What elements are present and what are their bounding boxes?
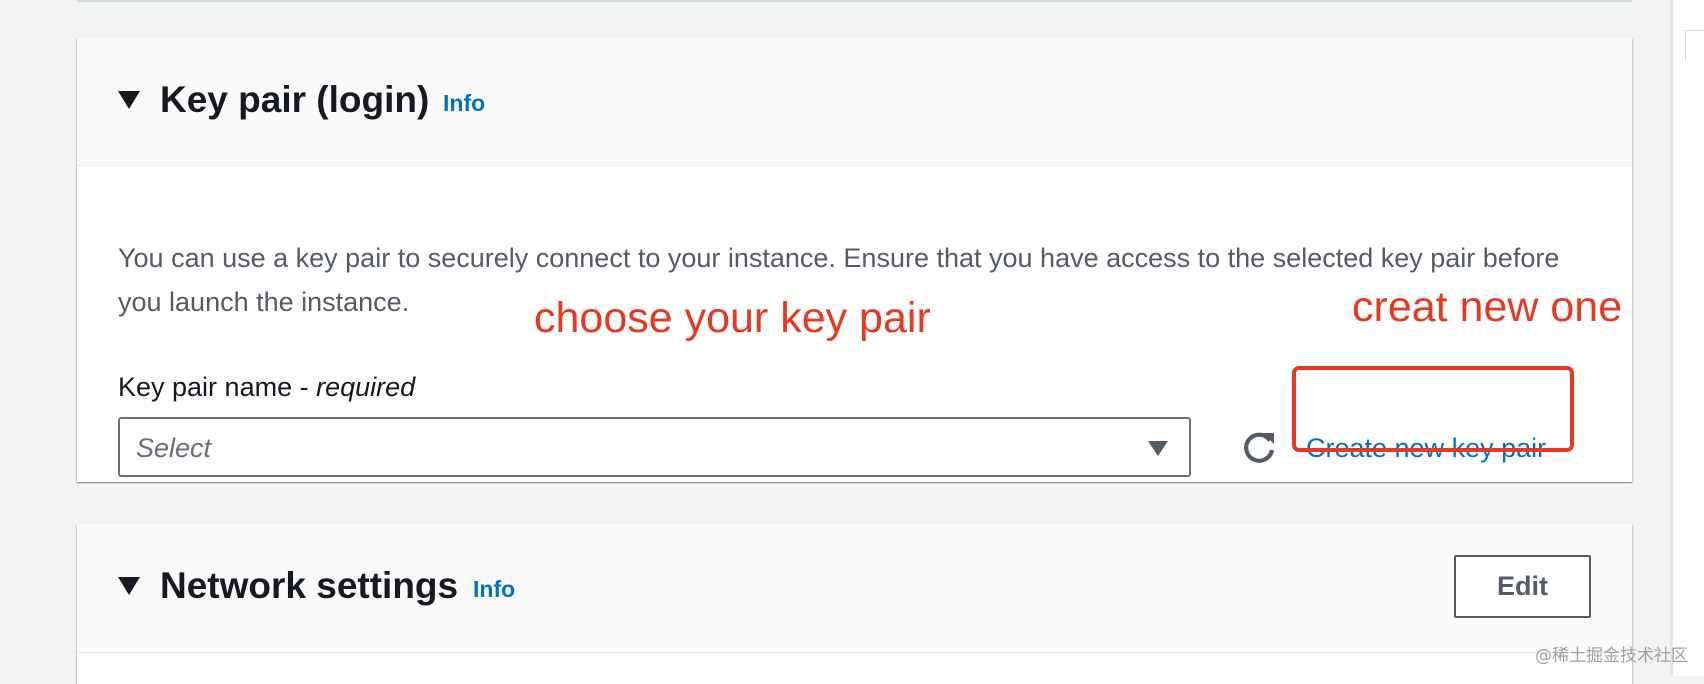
previous-panel-edge	[77, 0, 1632, 2]
key-pair-title: Key pair (login)	[160, 79, 430, 120]
network-settings-panel-header: Network settings Info Edit	[77, 524, 1632, 653]
refresh-icon[interactable]	[1239, 428, 1279, 468]
chevron-down-icon	[1148, 441, 1168, 456]
edit-button[interactable]: Edit	[1454, 555, 1591, 618]
right-panel-edge	[1685, 30, 1704, 61]
caret-down-icon[interactable]	[118, 577, 140, 595]
right-side-panel	[1673, 0, 1704, 676]
required-label: required	[316, 372, 416, 402]
annotation-highlight-box	[1292, 366, 1574, 452]
network-settings-panel: Network settings Info Edit	[77, 524, 1632, 684]
watermark: @稀土掘金技术社区	[1535, 646, 1688, 666]
annotation-create-new: creat new one	[1352, 283, 1623, 331]
key-pair-select-placeholder: Select	[136, 433, 212, 463]
caret-down-icon[interactable]	[118, 91, 140, 109]
key-pair-name-label: Key pair name - required	[118, 371, 415, 403]
annotation-choose-key-pair: choose your key pair	[534, 294, 931, 342]
network-settings-title: Network settings	[160, 565, 459, 606]
key-pair-panel-header: Key pair (login) Info	[77, 38, 1632, 166]
key-pair-select[interactable]: Select	[118, 417, 1191, 477]
network-settings-info-link[interactable]: Info	[473, 576, 515, 604]
refresh-icon-graphic	[1244, 432, 1275, 463]
key-pair-name-label-text: Key pair name -	[118, 372, 317, 402]
key-pair-info-link[interactable]: Info	[443, 90, 485, 118]
